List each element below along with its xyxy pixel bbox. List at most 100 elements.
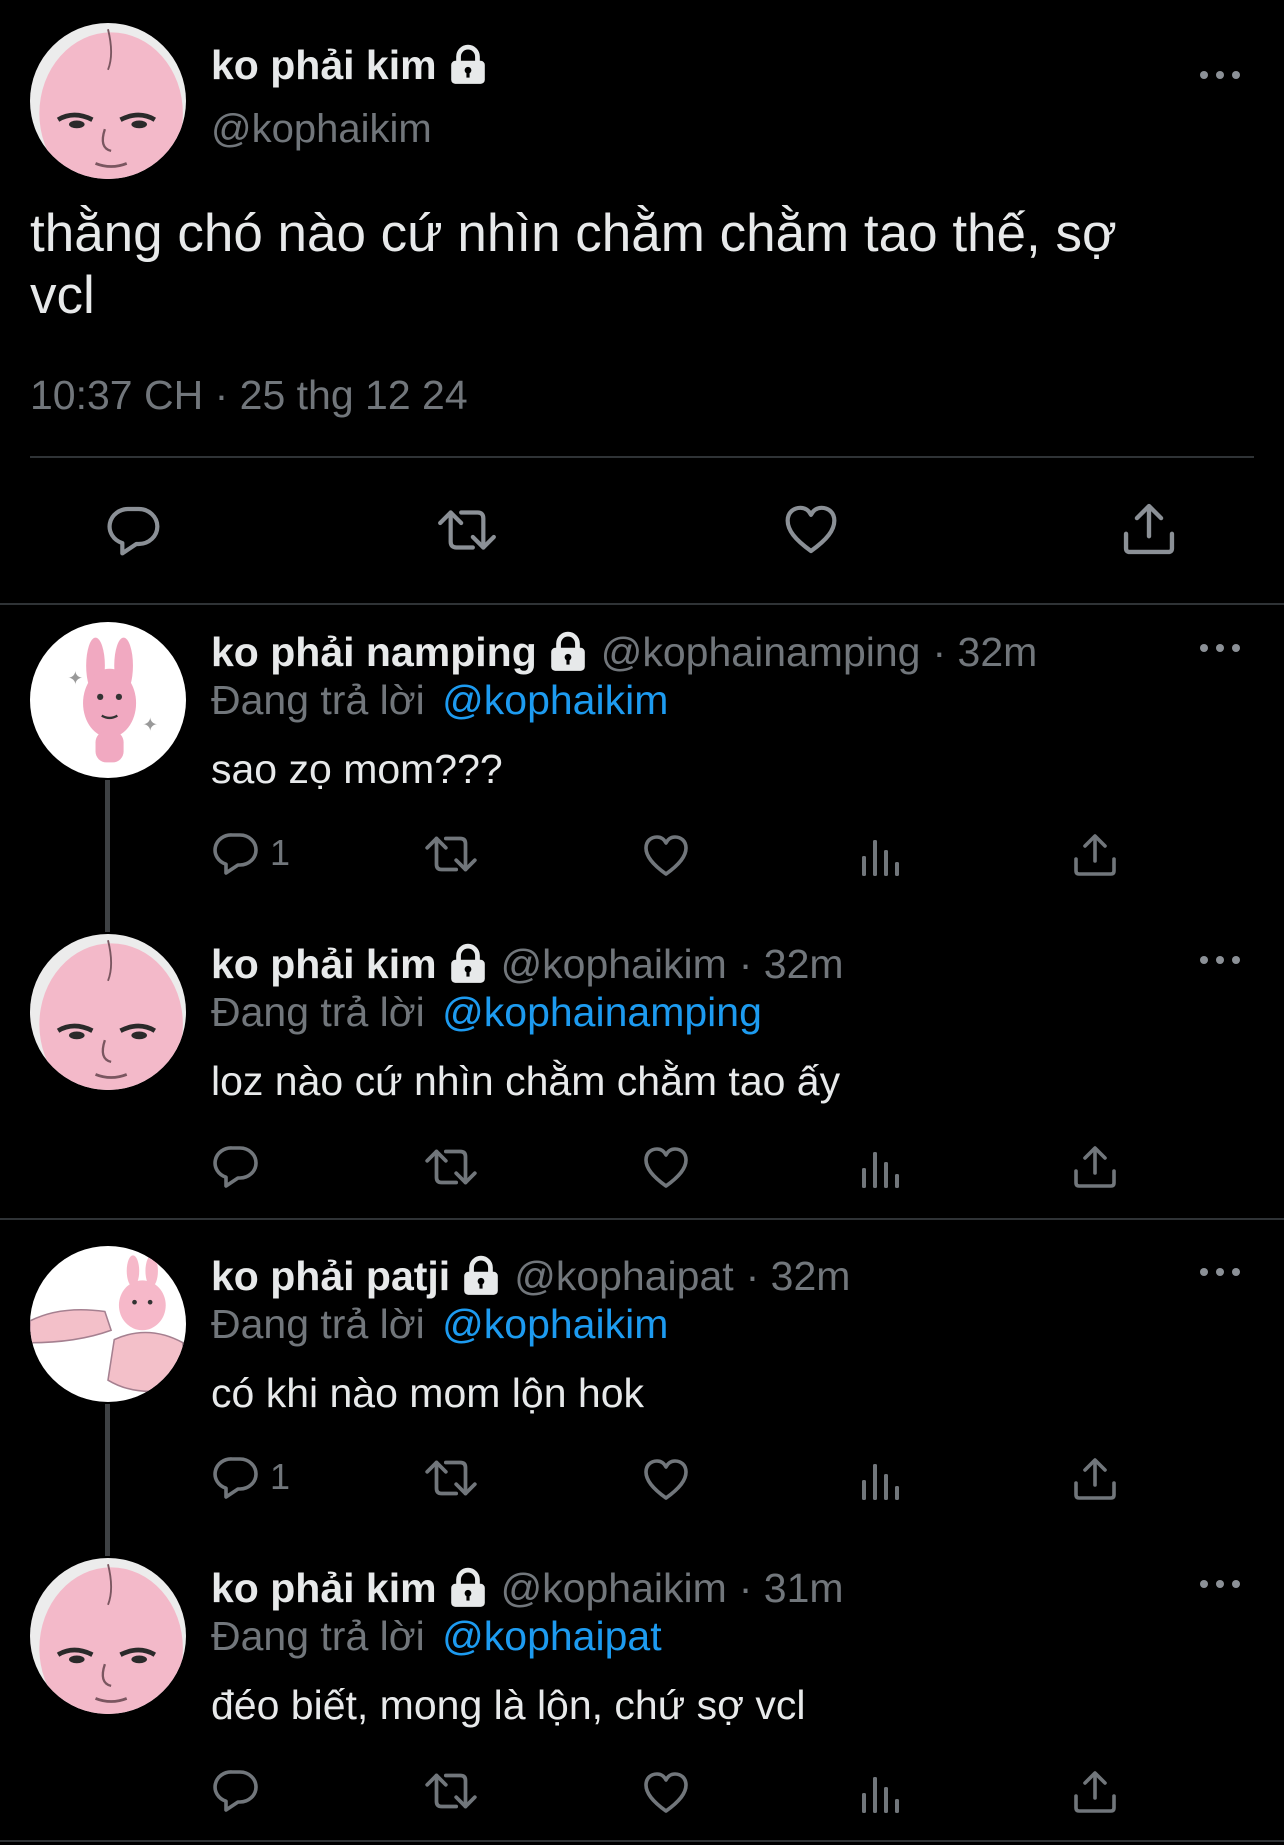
author-display-name[interactable]: ko phải namping (211, 629, 537, 676)
views-button[interactable] (857, 1458, 905, 1506)
avatar[interactable] (30, 1246, 186, 1402)
more-options-button[interactable] (1200, 68, 1240, 82)
author-display-name[interactable]: ko phải kim (211, 1565, 437, 1612)
reply-header: ko phải kim @kophaikim · 32m (211, 939, 844, 989)
more-options-button[interactable] (1200, 641, 1240, 655)
author-name-row: ko phải kim (211, 40, 489, 90)
views-icon (857, 1146, 905, 1194)
avatar-image (30, 934, 186, 1090)
avatar[interactable] (30, 934, 186, 1090)
replying-to-label: Đang trả lời (211, 989, 425, 1035)
share-icon (1071, 1143, 1119, 1191)
like-button[interactable] (642, 1456, 690, 1504)
reply-button[interactable] (212, 1766, 260, 1814)
reply-button[interactable]: 1 (212, 829, 290, 877)
replying-to-link[interactable]: @kophainamping (442, 989, 762, 1035)
retweet-button[interactable] (422, 1766, 480, 1816)
reply-time: · 31m (738, 1564, 844, 1611)
lock-icon (547, 631, 589, 673)
replying-to-link[interactable]: @kophaikim (442, 1301, 668, 1347)
views-button[interactable] (857, 1146, 905, 1194)
avatar-image (30, 23, 186, 179)
reply-text: đéo biết, mong là lộn, chứ sợ vcl (211, 1682, 806, 1728)
author-handle[interactable]: @kophaipat (514, 1253, 733, 1300)
retweet-button[interactable] (434, 502, 500, 558)
author-display-name[interactable]: ko phải kim (211, 941, 437, 988)
tweet-timestamp[interactable]: 10:37 CH · 25 thg 12 24 (30, 372, 468, 419)
retweet-icon (422, 829, 480, 879)
views-icon (857, 1458, 905, 1506)
avatar-image (30, 1558, 186, 1714)
author-display-name[interactable]: ko phải patji (211, 1253, 450, 1300)
like-button[interactable] (642, 1144, 690, 1192)
reply-header: ko phải patji @kophaipat · 32m (211, 1251, 850, 1301)
retweet-button[interactable] (422, 1453, 480, 1503)
views-button[interactable] (857, 834, 905, 882)
author-handle[interactable]: @kophaikim (211, 107, 432, 152)
replying-to-label: Đang trả lời (211, 1613, 425, 1659)
reply-header: ko phải namping @kophainamping · 32m (211, 627, 1037, 677)
like-button[interactable] (782, 502, 840, 558)
reply-button[interactable] (212, 1142, 260, 1190)
share-button[interactable] (1071, 1768, 1119, 1816)
divider (0, 603, 1284, 605)
reply-time: · 32m (932, 628, 1038, 675)
avatar-image (30, 622, 186, 778)
more-dot-icon (1232, 1580, 1240, 1588)
like-button[interactable] (642, 832, 690, 880)
more-dot-icon (1200, 1268, 1208, 1276)
share-button[interactable] (1120, 500, 1178, 558)
lock-icon (460, 1255, 502, 1297)
share-icon (1071, 831, 1119, 879)
share-button[interactable] (1071, 1455, 1119, 1503)
author-display-name[interactable]: ko phải kim (211, 42, 437, 89)
replying-to-line: Đang trả lời @kophaipat (211, 1613, 662, 1660)
views-icon (857, 834, 905, 882)
replying-to-link[interactable]: @kophaipat (442, 1613, 661, 1659)
retweet-icon (422, 1453, 480, 1503)
retweet-icon (422, 1766, 480, 1816)
like-button[interactable] (642, 1769, 690, 1817)
author-handle[interactable]: @kophainamping (601, 629, 921, 676)
share-button[interactable] (1071, 831, 1119, 879)
replying-to-link[interactable]: @kophaikim (442, 677, 668, 723)
divider (0, 1218, 1284, 1220)
avatar[interactable] (30, 1558, 186, 1714)
like-icon (642, 1769, 690, 1817)
more-dot-icon (1232, 644, 1240, 652)
more-dot-icon (1200, 71, 1208, 79)
reply-count: 1 (270, 832, 291, 873)
avatar[interactable] (30, 622, 186, 778)
views-button[interactable] (857, 1771, 905, 1819)
reply-time: · 32m (738, 940, 844, 987)
more-dot-icon (1216, 956, 1224, 964)
lock-icon (447, 1567, 489, 1609)
share-icon (1071, 1455, 1119, 1503)
more-options-button[interactable] (1200, 1577, 1240, 1591)
lock-icon (447, 943, 489, 985)
more-dot-icon (1200, 1580, 1208, 1588)
more-dot-icon (1216, 644, 1224, 652)
reply-button[interactable] (106, 502, 162, 558)
avatar[interactable] (30, 23, 186, 179)
more-options-button[interactable] (1200, 1265, 1240, 1279)
share-button[interactable] (1071, 1143, 1119, 1191)
avatar-image (30, 1246, 186, 1402)
more-dot-icon (1200, 956, 1208, 964)
divider (0, 1840, 1284, 1842)
more-dot-icon (1232, 1268, 1240, 1276)
share-icon (1120, 500, 1178, 558)
author-handle[interactable]: @kophaikim (501, 1565, 727, 1612)
retweet-button[interactable] (422, 829, 480, 879)
reply-button[interactable]: 1 (212, 1453, 290, 1501)
tweet-text-line: thằng chó nào cứ nhìn chằm chằm tao thế,… (30, 204, 1117, 263)
more-options-button[interactable] (1200, 953, 1240, 967)
thread-line (105, 780, 110, 932)
reply-header: ko phải kim @kophaikim · 31m (211, 1563, 844, 1613)
reply-time: · 32m (745, 1252, 851, 1299)
like-icon (642, 1456, 690, 1504)
author-handle[interactable]: @kophaikim (501, 941, 727, 988)
share-icon (1071, 1768, 1119, 1816)
divider (30, 456, 1254, 458)
retweet-button[interactable] (422, 1142, 480, 1192)
